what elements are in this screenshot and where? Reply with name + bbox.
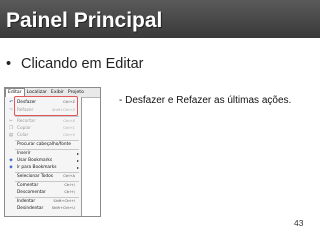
menu-item-copiar[interactable]: ❐ Copiar Ctrl+C [5, 125, 81, 132]
bullet-point: • Clicando em Editar [6, 56, 144, 72]
undo-redo-highlight [14, 96, 78, 116]
submenu-arrow-icon: ▸ [76, 165, 79, 170]
bookmark-icon: ◆ [9, 158, 13, 163]
menu-item-colar[interactable]: ▤ Colar Ctrl+V [5, 132, 81, 139]
menu-item-descomentar[interactable]: Descomentar Ctrl+\ [5, 189, 81, 196]
copy-icon: ❐ [8, 126, 14, 131]
menu-item-inserir[interactable]: Inserir ▸ [5, 150, 81, 157]
goto-bookmark-icon: ◆ [9, 165, 13, 170]
slide-title: Painel Principal [6, 9, 163, 32]
menu-item-selecionar-todos[interactable]: Selecionar Todos Ctrl+A [5, 173, 81, 180]
paste-icon: ▤ [8, 133, 14, 138]
annotation-text: - Desfazer e Refazer as últimas ações. [119, 95, 292, 106]
menu-screenshot: Editar Localizar Exibir Projeto ↶ Desfaz… [4, 87, 101, 217]
menu-item-desindentar[interactable]: Desindentar Shift+Ctrl+U [5, 205, 81, 212]
menu-item-procurar-cabecalho[interactable]: Procurar cabeçalho/fonte [5, 141, 81, 148]
submenu-arrow-icon: ▸ [76, 158, 79, 163]
submenu-arrow-icon: ▸ [76, 151, 79, 156]
menu-item-indentar[interactable]: Indentar Shift+Ctrl+I [5, 198, 81, 205]
menu-item-ir-para-bookmarks[interactable]: ◆ Ir para Bookmarks ▸ [5, 164, 81, 171]
menu-item-recortar[interactable]: ✂ Recortar Ctrl+X [5, 118, 81, 125]
bullet-text: Clicando em Editar [21, 56, 144, 72]
menu-separator [15, 116, 79, 117]
menu-item-usar-bookmarks[interactable]: ◆ Usar Bookmarks ▸ [5, 157, 81, 164]
slide-title-bar: Painel Principal [0, 0, 320, 38]
menu-item-comentar[interactable]: Comentar Ctrl+/ [5, 182, 81, 189]
page-number: 43 [294, 218, 304, 228]
cut-icon: ✂ [9, 119, 13, 124]
bullet-dot-icon: • [6, 56, 12, 72]
